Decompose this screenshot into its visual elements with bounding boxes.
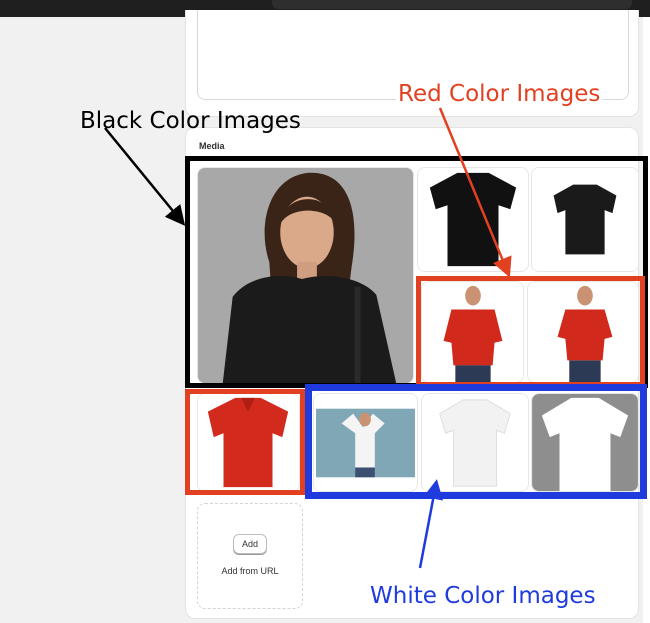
black-images-label: Black Color Images	[80, 108, 301, 134]
white-images-label: White Color Images	[370, 583, 596, 609]
black-arrow	[104, 127, 186, 226]
red-images-label: Red Color Images	[396, 81, 603, 107]
add-media-dropzone[interactable]	[197, 503, 303, 609]
browser-tab	[272, 0, 632, 9]
add-button[interactable]: Add	[233, 534, 267, 554]
media-title: Media	[199, 141, 225, 151]
white-images-highlight	[305, 384, 647, 499]
red-images-highlight	[416, 276, 645, 387]
add-from-url-link[interactable]: Add from URL	[197, 566, 303, 576]
red-images-highlight-2	[185, 389, 305, 495]
